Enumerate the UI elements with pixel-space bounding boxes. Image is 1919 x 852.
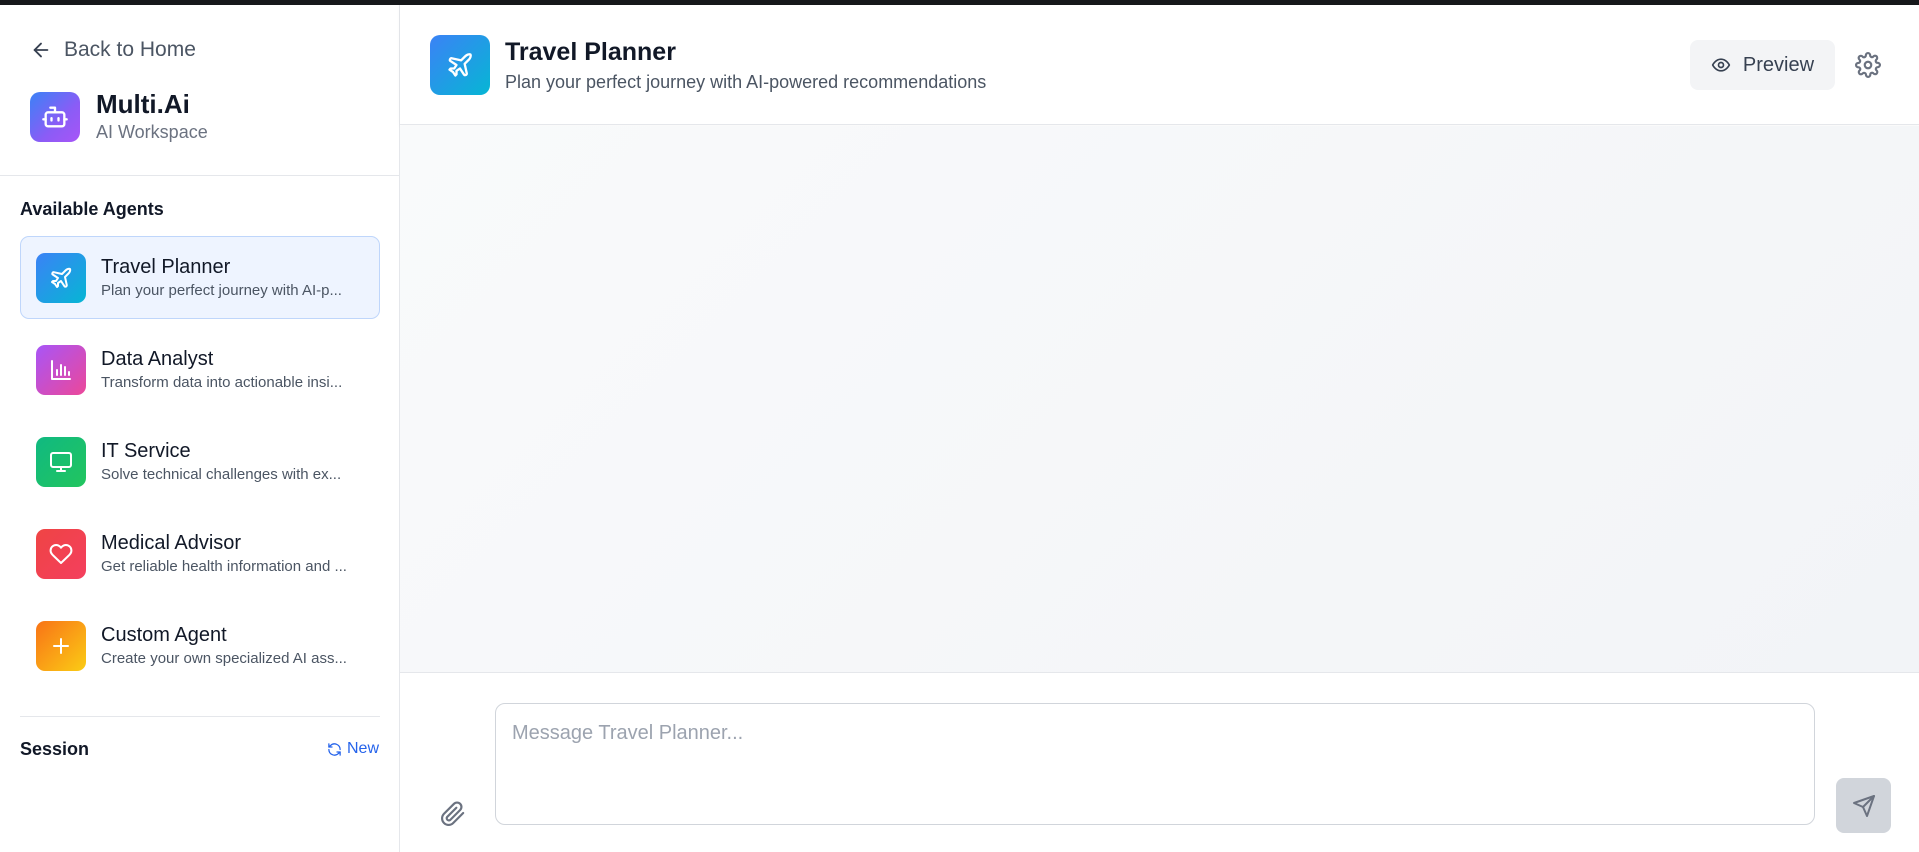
page-subtitle: Plan your perfect journey with AI-powere… [505, 72, 987, 92]
bot-icon [30, 92, 80, 142]
agent-name: Travel Planner [101, 255, 231, 278]
plus-icon [36, 620, 86, 671]
agent-item-travel-planner[interactable]: Travel Planner Plan your perfect journey… [20, 236, 380, 319]
back-to-home-link[interactable]: Back to Home [30, 38, 196, 62]
arrow-left-icon [33, 42, 49, 58]
send-button[interactable] [1836, 778, 1891, 833]
session-divider [20, 716, 380, 717]
agent-item-medical-advisor[interactable]: Medical Advisor Get reliable health info… [20, 512, 380, 595]
paperclip-icon[interactable] [440, 801, 466, 827]
agent-item-it-service[interactable]: IT Service Solve technical challenges wi… [20, 420, 380, 503]
heart-icon [36, 528, 86, 579]
plane-icon [36, 252, 86, 303]
preview-button[interactable]: Preview [1690, 40, 1835, 90]
main-panel: Travel Planner Plan your perfect journey… [400, 5, 1919, 852]
agents-section-title: Available Agents [20, 199, 164, 219]
new-session-button[interactable]: New [327, 740, 379, 758]
gear-icon[interactable] [1855, 52, 1881, 78]
brand-title: Multi.Ai [96, 89, 190, 119]
chat-header: Travel Planner Plan your perfect journey… [400, 5, 1919, 125]
sidebar-divider [0, 175, 400, 176]
page-title: Travel Planner [505, 38, 676, 66]
app: Back to Home Multi.Ai AI Workspace Avail… [0, 5, 1919, 852]
eye-icon [1711, 58, 1731, 72]
message-area[interactable] [400, 126, 1919, 672]
agent-list: Travel Planner Plan your perfect journey… [20, 236, 380, 696]
agent-name: Data Analyst [101, 347, 214, 370]
agent-item-custom-agent[interactable]: Custom Agent Create your own specialized… [20, 604, 380, 687]
brand-subtitle: AI Workspace [96, 122, 208, 142]
sidebar: Back to Home Multi.Ai AI Workspace Avail… [0, 5, 400, 852]
agent-name: Medical Advisor [101, 531, 242, 554]
composer [400, 672, 1919, 852]
refresh-icon [328, 742, 341, 756]
brand: Multi.Ai AI Workspace [30, 89, 208, 145]
agent-name: Custom Agent [101, 623, 227, 646]
agent-description: Get reliable health information and ... [101, 557, 347, 575]
send-icon [1852, 794, 1875, 817]
back-label: Back to Home [64, 38, 196, 61]
bar-chart-icon [36, 344, 86, 395]
plane-icon [430, 35, 490, 95]
message-input[interactable] [495, 703, 1815, 825]
agent-item-data-analyst[interactable]: Data Analyst Transform data into actiona… [20, 328, 380, 411]
new-session-label: New [346, 740, 379, 757]
agent-description: Transform data into actionable insi... [101, 373, 343, 391]
agent-description: Create your own specialized AI ass... [101, 649, 347, 667]
preview-label: Preview [1742, 53, 1815, 76]
agent-name: IT Service [101, 439, 191, 462]
agent-description: Solve technical challenges with ex... [101, 465, 342, 483]
session-title: Session [20, 739, 90, 759]
agent-description: Plan your perfect journey with AI-p... [101, 281, 342, 299]
monitor-icon [36, 436, 86, 487]
